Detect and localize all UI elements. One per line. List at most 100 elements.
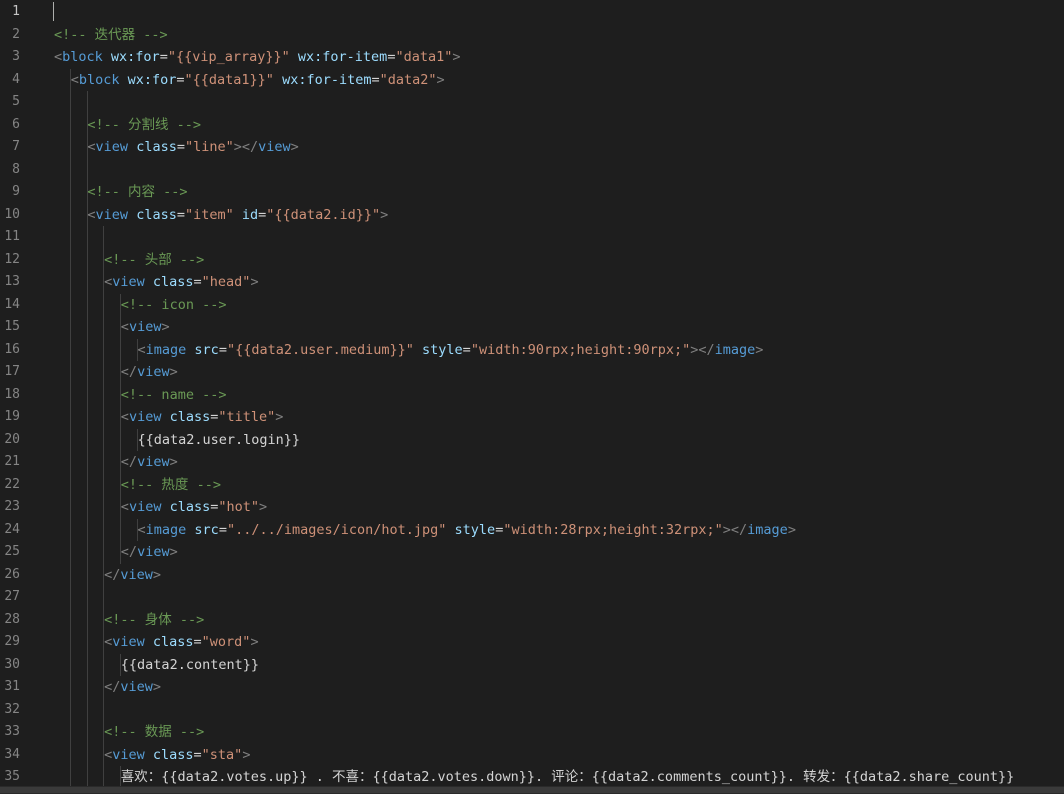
- indent-guide: [103, 338, 105, 361]
- code-token: </: [104, 566, 121, 583]
- code-token: view: [137, 544, 170, 560]
- indent-guide: [70, 676, 71, 699]
- code-token: src: [194, 521, 219, 538]
- code-editor[interactable]: 1 2 3 4 5 6 7 8 9 10 11 12 13 14 15 16 17 18 19 20 21 22 23 24 2…: [0, 0, 1064, 794]
- code-token: image: [145, 521, 187, 538]
- text-cursor: [53, 2, 54, 21]
- code-line[interactable]: <!-- icon -->: [54, 293, 1064, 316]
- code-line[interactable]: [54, 158, 1064, 181]
- line-number: 11: [4, 229, 20, 244]
- code-line[interactable]: <!-- 迭代器 -->: [54, 24, 1064, 47]
- code-token: class: [152, 274, 194, 290]
- code-token: <!-- 内容 -->: [87, 184, 188, 200]
- code-token: <: [137, 521, 146, 538]
- code-line[interactable]: </view>: [54, 451, 1064, 474]
- code-token: wx:for-item: [297, 49, 388, 65]
- code-line[interactable]: </view>: [54, 563, 1064, 586]
- code-token: wx:for-item: [282, 71, 372, 88]
- indent-guide: [86, 608, 88, 631]
- code-line[interactable]: <!-- 分割线 -->: [54, 113, 1064, 136]
- code-line[interactable]: <block wx:for="{{data1}}" wx:for-item="d…: [54, 68, 1064, 91]
- code-token: image: [145, 341, 187, 358]
- code-line[interactable]: <!-- 头部 -->: [54, 248, 1064, 271]
- code-line[interactable]: <view class="line"></view>: [54, 136, 1064, 159]
- code-line[interactable]: <!-- 内容 -->: [54, 181, 1064, 204]
- scrollbar-thumb[interactable]: [0, 787, 1064, 793]
- code-line[interactable]: </view>: [54, 676, 1064, 699]
- code-line[interactable]: <!-- 身体 -->: [54, 608, 1064, 631]
- indent-guide: [70, 721, 71, 744]
- code-token: <: [104, 634, 113, 650]
- indent-guide: [70, 316, 71, 339]
- indent-guide: [103, 383, 105, 406]
- code-line[interactable]: [54, 91, 1064, 114]
- code-line[interactable]: [54, 226, 1064, 249]
- line-number: 7: [12, 139, 20, 154]
- line-number: 25: [4, 544, 20, 559]
- code-line[interactable]: <view class="head">: [54, 271, 1064, 294]
- indent-guide: [70, 518, 71, 541]
- code-token: =: [193, 746, 202, 763]
- line-number: 16: [4, 341, 20, 357]
- code-line[interactable]: <view class="hot">: [54, 496, 1064, 519]
- code-line[interactable]: [54, 586, 1064, 609]
- code-token: "../../images/icon/hot.jpg": [226, 521, 447, 538]
- code-area[interactable]: <!-- 迭代器 --> <block wx:for="{{vip_array}}…: [54, 0, 1064, 789]
- code-line[interactable]: </view>: [54, 541, 1064, 564]
- line-number: 15: [4, 319, 20, 334]
- line-number-gutter: 1 2 3 4 5 6 7 8 9 10 11 12 13 14 15 16 17 18 19 20 21 22 23 24 2…: [0, 0, 50, 786]
- code-line[interactable]: <!-- 热度 -->: [54, 473, 1064, 496]
- code-token: view: [112, 634, 145, 650]
- code-token: <!-- 头部 -->: [104, 251, 205, 268]
- code-token: view: [112, 274, 145, 290]
- code-token: image: [714, 341, 756, 358]
- code-line[interactable]: [54, 1, 1064, 24]
- code-token: view: [95, 139, 129, 155]
- code-token: class: [152, 634, 194, 650]
- code-token: >: [755, 341, 764, 358]
- code-line[interactable]: <view class="item" id="{{data2.id}}">: [54, 203, 1064, 226]
- code-line[interactable]: </view>: [54, 361, 1064, 384]
- code-token: "line": [184, 139, 234, 155]
- code-line[interactable]: <!-- 数据 -->: [54, 721, 1064, 744]
- indent-guide: [86, 676, 88, 699]
- code-token: "{{data2.id}}": [266, 206, 381, 223]
- code-token: <: [120, 319, 129, 335]
- code-token: <!-- 身体 -->: [104, 611, 205, 628]
- code-line[interactable]: <block wx:for="{{vip_array}}" wx:for-ite…: [54, 46, 1064, 69]
- line-number: 2: [12, 26, 20, 42]
- code-line[interactable]: <image src="{{data2.user.medium}}" style…: [54, 338, 1064, 361]
- indent-guide: [120, 338, 122, 361]
- line-number: 31: [4, 679, 20, 694]
- code-line[interactable]: [54, 698, 1064, 721]
- code-line[interactable]: <view>: [54, 316, 1064, 339]
- code-line[interactable]: <!-- name -->: [54, 383, 1064, 406]
- indent-guide: [70, 563, 71, 586]
- indent-guide: [70, 631, 71, 654]
- code-token: ></: [233, 139, 259, 155]
- code-token: =: [462, 341, 471, 358]
- indent-guide: [86, 158, 88, 181]
- code-token: "word": [201, 634, 251, 650]
- indent-guide: [86, 383, 88, 406]
- code-token: style: [422, 341, 463, 358]
- code-token: <: [120, 409, 129, 425]
- horizontal-scrollbar[interactable]: [0, 786, 1064, 794]
- code-token: id: [241, 206, 259, 223]
- code-line[interactable]: {{data2.content}}: [54, 653, 1064, 676]
- code-token: >: [161, 319, 170, 335]
- code-line[interactable]: {{data2.user.login}}: [54, 428, 1064, 451]
- code-line[interactable]: <view class="sta">: [54, 743, 1064, 766]
- indent-guide: [86, 586, 88, 609]
- indent-guide: [103, 361, 105, 384]
- code-line[interactable]: <view class="word">: [54, 631, 1064, 654]
- code-token: view: [258, 139, 291, 155]
- indent-guide: [70, 113, 71, 136]
- code-token: <!-- 分割线 -->: [87, 116, 202, 133]
- code-line[interactable]: <view class="title">: [54, 406, 1064, 429]
- code-line[interactable]: <image src="../../images/icon/hot.jpg" s…: [54, 518, 1064, 541]
